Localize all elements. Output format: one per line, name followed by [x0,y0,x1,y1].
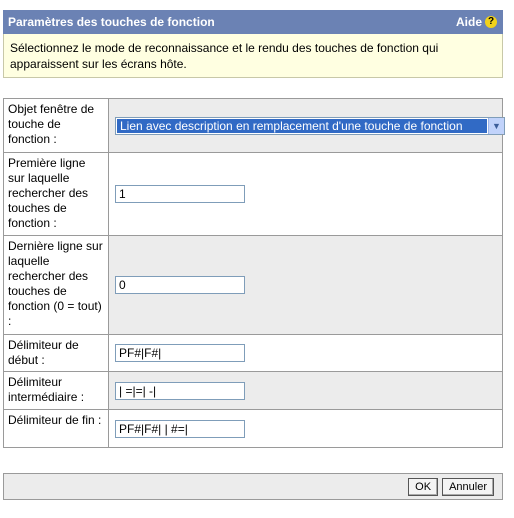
label-window-object: Objet fenêtre de touche de fonction : [3,98,109,153]
label-first-line: Première ligne sur laquelle rechercher d… [3,152,109,236]
row-first-line: Première ligne sur laquelle rechercher d… [3,152,503,236]
ok-button[interactable]: OK [408,477,439,496]
start-delimiter-input[interactable] [115,344,245,362]
row-window-object: Objet fenêtre de touche de fonction : Li… [3,98,505,153]
help-label: Aide [455,15,482,29]
row-middle-delimiter: Délimiteur intermédiaire : [3,371,503,410]
help-question-icon[interactable]: ? [485,16,497,28]
row-last-line: Dernière ligne sur laquelle rechercher d… [3,235,503,335]
label-start-delimiter: Délimiteur de début : [3,334,109,372]
window-object-selected: Lien avec description en remplacement d'… [117,118,487,133]
window-object-select[interactable]: Lien avec description en remplacement d'… [115,116,505,135]
middle-delimiter-input[interactable] [115,381,245,400]
description-panel: Sélectionnez le mode de reconnaissance e… [3,34,503,78]
end-delimiter-input[interactable] [115,419,245,438]
first-line-input[interactable] [115,185,245,203]
label-end-delimiter: Délimiteur de fin : [3,409,109,448]
settings-table: Objet fenêtre de touche de fonction : Li… [3,98,505,448]
help-link[interactable]: Aide ? [456,15,497,29]
last-line-input[interactable] [115,276,245,294]
dialog-title-bar: Paramètres des touches de fonction Aide … [3,10,503,34]
row-start-delimiter: Délimiteur de début : [3,334,503,372]
cancel-button[interactable]: Annuler [442,477,494,496]
label-middle-delimiter: Délimiteur intermédiaire : [3,371,109,410]
row-end-delimiter: Délimiteur de fin : [3,409,503,448]
chevron-down-icon[interactable]: ▼ [488,117,504,134]
dialog-title: Paramètres des touches de fonction [8,15,215,29]
label-last-line: Dernière ligne sur laquelle rechercher d… [3,235,109,335]
button-bar: OK Annuler [3,473,503,500]
